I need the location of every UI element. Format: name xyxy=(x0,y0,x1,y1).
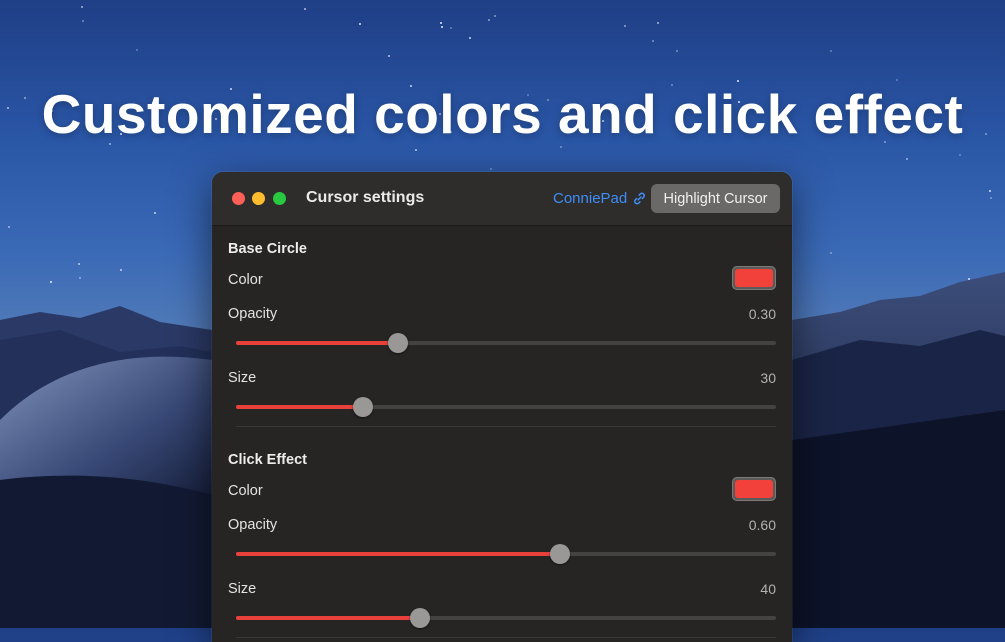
close-window-button[interactable] xyxy=(232,192,245,205)
slider-knob[interactable] xyxy=(409,608,430,628)
cursor-settings-window: Cursor settings ConniePad Highlight Curs… xyxy=(212,172,792,642)
click-effect-color-label: Color xyxy=(228,483,263,499)
headline: Customized colors and click effect xyxy=(41,83,964,145)
slider-fill xyxy=(236,341,398,345)
conniepad-link[interactable]: ConniePad xyxy=(553,190,647,207)
click-effect-size-label: Size xyxy=(228,581,257,597)
slider-fill xyxy=(236,405,363,409)
click-effect-opacity-slider[interactable] xyxy=(236,541,776,565)
slider-knob[interactable] xyxy=(388,333,408,353)
section-divider xyxy=(236,426,776,427)
section-divider xyxy=(236,637,776,638)
base-circle-size-label: Size xyxy=(228,370,257,386)
click-effect-opacity-row: Opacity 0.60 xyxy=(228,515,776,535)
slider-fill xyxy=(236,616,420,620)
base-circle-size-row: Size 30 xyxy=(228,368,776,388)
click-effect-color-row: Color xyxy=(228,477,776,501)
link-icon xyxy=(634,192,646,205)
click-effect-opacity-value: 0.60 xyxy=(748,517,776,533)
click-effect-section-title: Click Effect xyxy=(228,452,307,468)
slider-knob[interactable] xyxy=(352,397,373,417)
base-circle-opacity-value: 0.30 xyxy=(748,306,776,322)
click-effect-opacity-label: Opacity xyxy=(228,517,278,533)
highlight-cursor-button[interactable]: Highlight Cursor xyxy=(651,184,780,213)
settings-content: Base Circle Color Opacity 0.30 Size 30 C… xyxy=(212,238,792,638)
minimize-window-button[interactable] xyxy=(252,192,265,205)
base-circle-size-slider[interactable] xyxy=(236,394,776,418)
base-circle-opacity-slider[interactable] xyxy=(236,330,776,354)
window-title: Cursor settings xyxy=(306,189,425,206)
base-circle-color-well[interactable] xyxy=(732,266,776,290)
base-circle-size-value: 30 xyxy=(760,370,776,386)
window-titlebar: Cursor settings ConniePad Highlight Curs… xyxy=(212,172,792,226)
conniepad-link-label: ConniePad xyxy=(553,190,628,207)
click-effect-size-row: Size 40 xyxy=(228,579,776,599)
zoom-window-button[interactable] xyxy=(273,192,286,205)
base-circle-color-row: Color xyxy=(228,266,776,290)
slider-knob[interactable] xyxy=(550,544,570,564)
click-effect-size-value: 40 xyxy=(760,581,776,597)
click-effect-color-well[interactable] xyxy=(732,477,776,501)
base-circle-opacity-row: Opacity 0.30 xyxy=(228,304,776,324)
base-circle-color-label: Color xyxy=(228,272,263,288)
base-circle-section-title: Base Circle xyxy=(228,241,307,257)
slider-fill xyxy=(236,552,560,556)
click-effect-color-fill xyxy=(735,480,773,498)
base-circle-opacity-label: Opacity xyxy=(228,306,278,322)
click-effect-size-slider[interactable] xyxy=(236,605,776,629)
base-circle-color-fill xyxy=(735,269,773,287)
